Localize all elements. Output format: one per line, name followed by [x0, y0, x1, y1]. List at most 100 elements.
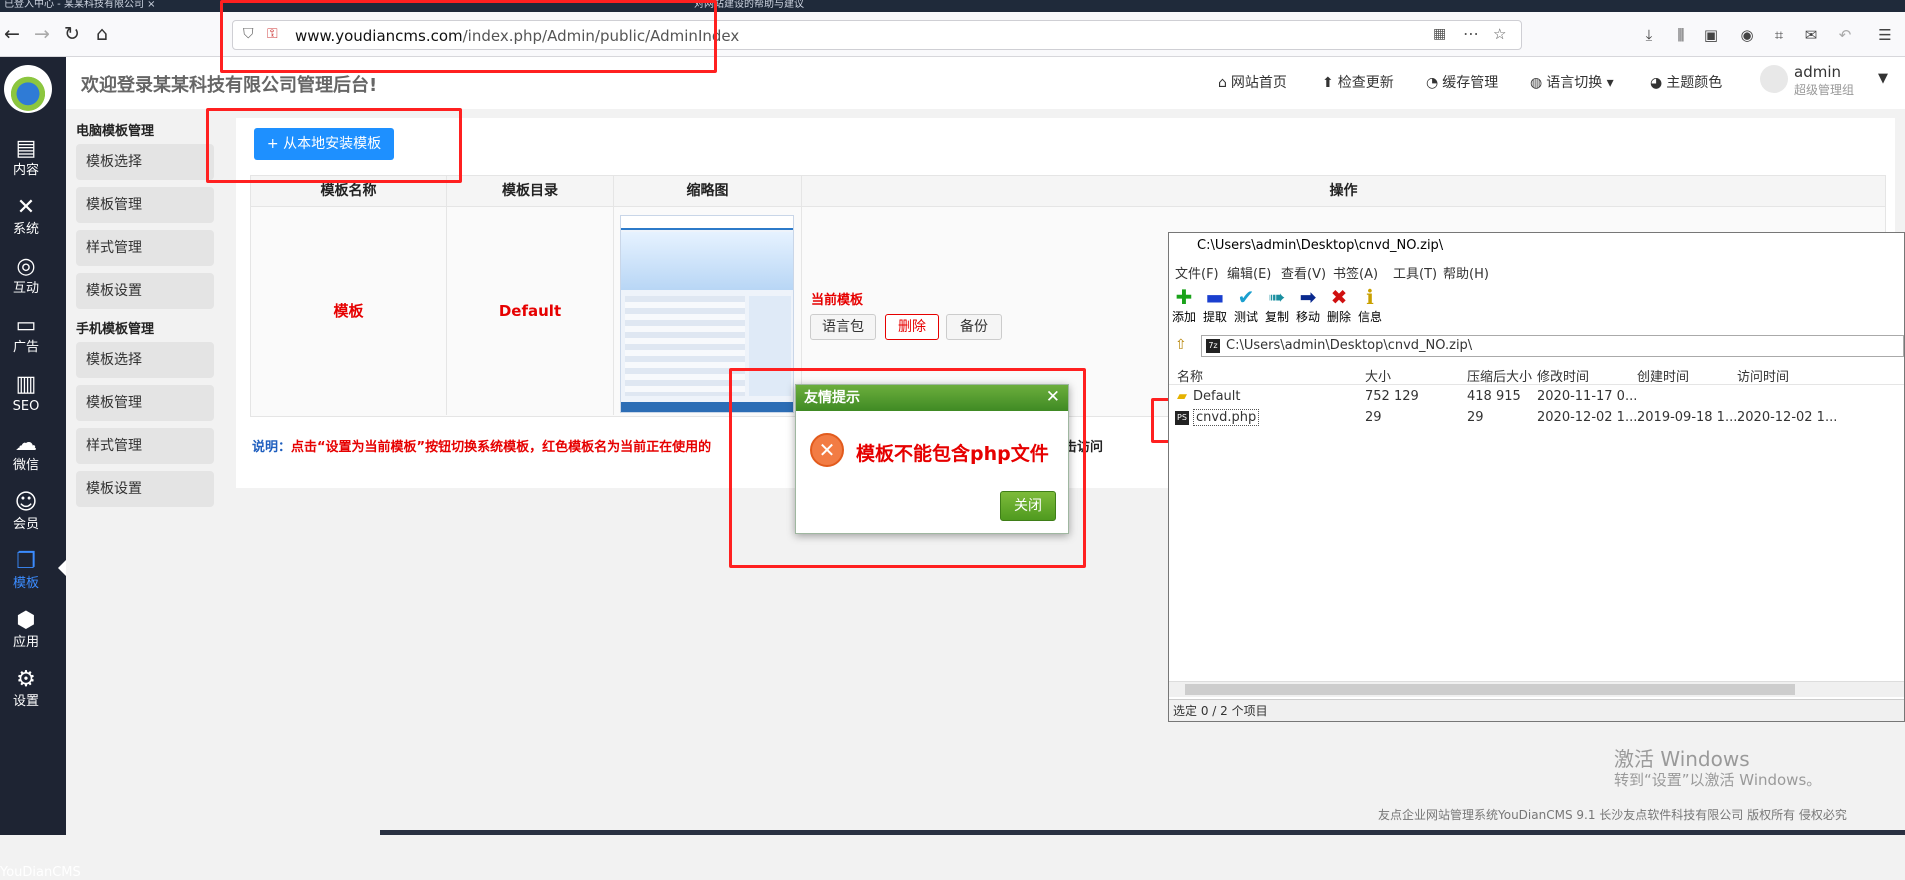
ad-icon: ▭ — [15, 313, 37, 338]
annotation-box-url — [220, 0, 717, 73]
more-actions-icon[interactable]: ⋯ — [1463, 24, 1479, 43]
sidebar-item-app[interactable]: ⬢ 应用 — [0, 607, 52, 663]
column-header[interactable]: 修改时间 — [1537, 366, 1589, 385]
move-icon: ➡ — [1299, 285, 1317, 309]
sidebar-item-settings[interactable]: ⚙ 设置 — [0, 666, 52, 722]
language-pack-button[interactable]: 语言包 — [810, 314, 876, 340]
list-item[interactable]: ▰ Default 752 129 418 915 2020-11-17 0..… — [1169, 387, 1904, 408]
menu-file[interactable]: 文件(F) — [1175, 263, 1219, 282]
menu-view[interactable]: 查看(V) — [1281, 263, 1326, 282]
copyright-footer: 友点企业网站管理系统YouDianCMS 9.1 长沙友点软件科技有限公司 版权… — [1378, 808, 1847, 822]
tool-move[interactable]: ➡ 移动 — [1293, 285, 1323, 329]
sidebar-item-ad[interactable]: ▭ 广告 — [0, 312, 52, 368]
archive-window-title: C:\Users\admin\Desktop\cnvd_NO.zip\ — [1169, 233, 1904, 259]
home-icon[interactable]: ⌂ — [90, 22, 114, 46]
user-name[interactable]: admin — [1794, 63, 1841, 81]
menu-icon[interactable]: ☰ — [1874, 24, 1896, 46]
forward-icon[interactable]: → — [30, 22, 54, 46]
current-template-label: 当前模板 — [811, 293, 864, 308]
menu-edit[interactable]: 编辑(E) — [1227, 263, 1271, 282]
list-item[interactable]: PS cnvd.php 29 29 2020-12-02 1... 2019-0… — [1169, 408, 1904, 429]
menu-bookmarks[interactable]: 书签(A) — [1333, 263, 1378, 282]
nav-language[interactable]: ◍ 语言切换 ▾ — [1530, 72, 1614, 92]
library-icon[interactable]: ⫼ — [1670, 24, 1692, 46]
archive-column-headers: 名称 大小 压缩后大小 修改时间 创建时间 访问时间 — [1169, 363, 1904, 385]
submenu-mobile-select[interactable]: 模板选择 — [76, 342, 214, 378]
tool-add[interactable]: ✚ 添加 — [1169, 285, 1199, 329]
menu-tools[interactable]: 工具(T) — [1393, 263, 1437, 282]
folder-icon: ▰ — [1177, 389, 1187, 404]
usage-note: 说明：点击“设置为当前模板”按钮切换系统模板，红色模板名为当前正在使用的 — [252, 440, 712, 455]
tool-test[interactable]: ✔ 测试 — [1231, 285, 1261, 329]
clock-icon: ◔ — [1426, 75, 1439, 91]
column-header[interactable]: 创建时间 — [1637, 366, 1689, 385]
user-role: 超级管理组 — [1794, 83, 1855, 97]
settings-icon: ⚙ — [16, 667, 36, 692]
delete-button[interactable]: 删除 — [885, 314, 939, 340]
sidebar-item-member[interactable]: ☺ 会员 — [0, 489, 52, 545]
close-icon[interactable]: ✕ — [1046, 387, 1060, 407]
sidebar-toggle-icon[interactable]: ▣ — [1700, 24, 1722, 46]
avatar[interactable] — [1760, 65, 1788, 93]
nav-check-update[interactable]: ⬆ 检查更新 — [1322, 72, 1394, 92]
column-header[interactable]: 访问时间 — [1737, 366, 1789, 385]
sidebar-item-seo[interactable]: ▥ SEO — [0, 371, 52, 427]
error-icon: ✕ — [810, 433, 844, 467]
browser-tab[interactable]: 对网站建设的帮助与建议 — [694, 0, 884, 12]
file-packed-size: 418 915 — [1467, 389, 1521, 404]
bookmark-star-icon[interactable]: ☆ — [1493, 25, 1506, 43]
archive-status-bar: 选定 0 / 2 个项目 — [1169, 699, 1904, 721]
menu-help[interactable]: 帮助(H) — [1443, 263, 1489, 282]
submenu-mobile-manage[interactable]: 模板管理 — [76, 385, 214, 421]
sidebar-item-content[interactable]: ▤ 内容 — [0, 135, 52, 191]
column-header[interactable]: 大小 — [1365, 366, 1391, 385]
tool-extract[interactable]: ▬ 提取 — [1200, 285, 1230, 329]
welcome-title: 欢迎登录某某科技有限公司管理后台! — [81, 75, 378, 96]
main-sidebar: ▤ 内容 ✕ 系统 ◎ 互动 ▭ 广告 ▥ SEO ☁ 微信 ☺ 会员 ❐ 模板 ⬢ 应用 ⚙ 设置… — [0, 57, 81, 880]
submenu-pc-settings[interactable]: 模板设置 — [76, 273, 214, 309]
nav-cache[interactable]: ◔ 缓存管理 — [1426, 72, 1498, 92]
add-icon: ✚ — [1175, 285, 1193, 309]
column-header[interactable]: 压缩后大小 — [1467, 366, 1532, 385]
crop-icon[interactable]: ⌗ — [1768, 24, 1790, 46]
sidebar-item-template[interactable]: ❐ 模板 — [0, 548, 52, 604]
seo-icon: ▥ — [15, 372, 37, 397]
scrollbar-thumb[interactable] — [1185, 684, 1795, 695]
user-menu-chevron-icon[interactable]: ▼ — [1878, 71, 1888, 86]
column-header[interactable]: 名称 — [1177, 366, 1203, 385]
tool-copy[interactable]: ➠ 复制 — [1262, 285, 1292, 329]
submenu-mobile-style[interactable]: 样式管理 — [76, 428, 214, 464]
nav-theme[interactable]: ◕ 主题颜色 — [1650, 72, 1722, 92]
alert-dialog: 友情提示 ✕ ✕ 模板不能包含php文件 关闭 — [795, 384, 1069, 534]
nav-site-home[interactable]: ⌂ 网站首页 — [1218, 72, 1287, 92]
submenu-pc-select[interactable]: 模板选择 — [76, 144, 214, 180]
browser-tab[interactable]: 已登入中心 - 某某科技有限公司 × — [4, 0, 194, 12]
archive-window: 7z C:\Users\admin\Desktop\cnvd_NO.zip\ 文… — [1168, 232, 1905, 722]
backup-button[interactable]: 备份 — [946, 314, 1002, 340]
undo-icon[interactable]: ↶ — [1834, 24, 1856, 46]
sidebar-item-interaction[interactable]: ◎ 互动 — [0, 253, 52, 309]
reload-icon[interactable]: ↻ — [60, 22, 84, 46]
account-icon[interactable]: ◉ — [1736, 24, 1758, 46]
column-header: 模板目录 — [447, 176, 614, 206]
delete-icon: ✖ — [1330, 285, 1348, 309]
tool-info[interactable]: ℹ 信息 — [1355, 285, 1385, 329]
submenu-pc-manage[interactable]: 模板管理 — [76, 187, 214, 223]
archive-path-field[interactable]: 7z C:\Users\admin\Desktop\cnvd_NO.zip\ — [1201, 335, 1904, 357]
back-icon[interactable]: ← — [0, 22, 24, 46]
sidebar-item-wechat[interactable]: ☁ 微信 — [0, 430, 52, 486]
submenu-mobile-settings[interactable]: 模板设置 — [76, 471, 214, 507]
dialog-close-button[interactable]: 关闭 — [1000, 491, 1056, 521]
mobile-template-heading: 手机模板管理 — [76, 322, 155, 337]
tool-delete[interactable]: ✖ 删除 — [1324, 285, 1354, 329]
folder-up-icon[interactable]: ⇧ — [1175, 337, 1187, 353]
qr-code-icon[interactable]: ▦ — [1433, 26, 1446, 42]
download-icon[interactable]: ⤓ — [1638, 24, 1660, 46]
sidebar-item-system[interactable]: ✕ 系统 — [0, 194, 52, 250]
pc-template-heading: 电脑模板管理 — [76, 124, 155, 139]
submenu-pc-style[interactable]: 样式管理 — [76, 230, 214, 266]
horizontal-scrollbar[interactable] — [1169, 681, 1904, 697]
chat-icon[interactable]: ✉ — [1800, 24, 1822, 46]
test-icon: ✔ — [1237, 285, 1255, 309]
column-header: 操作 — [1329, 183, 1358, 199]
